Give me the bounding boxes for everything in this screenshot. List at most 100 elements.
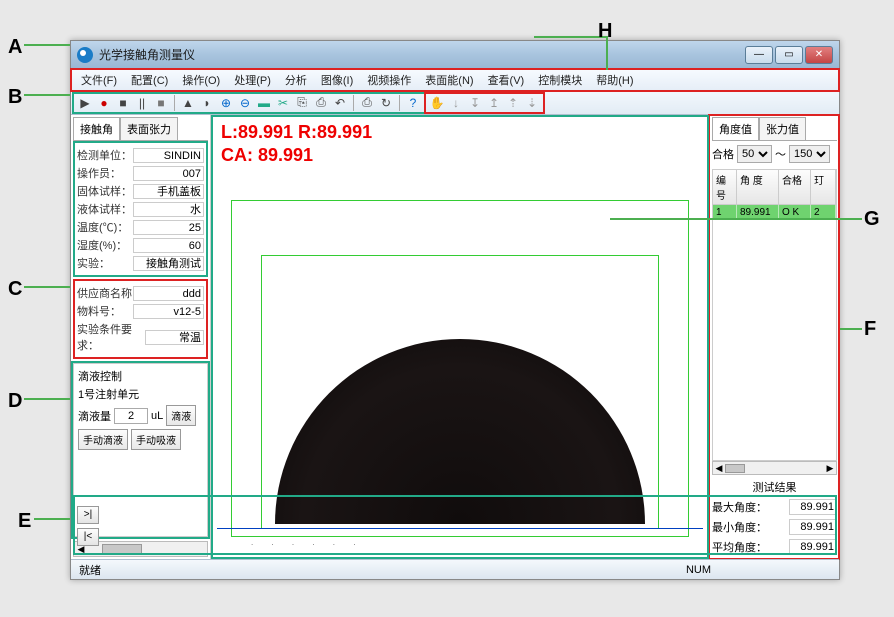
drop-button[interactable]: 滴液	[166, 405, 196, 426]
menu-surface[interactable]: 表面能(N)	[419, 70, 479, 90]
record-icon[interactable]: ●	[96, 95, 112, 111]
prev-frame-button[interactable]: |<	[77, 528, 99, 546]
temp-label: 温度(℃)：	[77, 219, 133, 235]
print-icon[interactable]: ⎙	[359, 95, 375, 111]
cut-icon[interactable]: ✂	[275, 95, 291, 111]
nozzle-down-icon[interactable]: ↓	[448, 95, 464, 111]
leader-line	[24, 44, 70, 46]
drop-shape-icon[interactable]: ▲	[180, 95, 196, 111]
tab-tension-value[interactable]: 张力值	[759, 117, 806, 140]
th-angle[interactable]: 角 度	[737, 170, 779, 204]
dosage-unit-label: uL	[151, 410, 163, 422]
tab-contact-angle[interactable]: 接触角	[73, 117, 120, 140]
titlebar[interactable]: 光学接触角测量仪 — ▭ ✕	[71, 41, 839, 69]
next-frame-button[interactable]: >|	[77, 506, 99, 524]
play-icon[interactable]: ▶	[77, 95, 93, 111]
menu-config[interactable]: 配置(C)	[125, 70, 174, 90]
scroll-right-icon[interactable]: ▶	[824, 463, 836, 474]
annotation-G: G	[864, 208, 880, 231]
menu-control[interactable]: 控制模块	[532, 70, 588, 90]
unit-label: 检测单位：	[77, 147, 133, 163]
annotation-H: H	[598, 20, 612, 43]
measurement-overlay: L:89.991 R:89.991 CA: 89.991	[221, 121, 372, 168]
menu-video[interactable]: 视频操作	[361, 70, 417, 90]
help-icon[interactable]: ?	[405, 95, 421, 111]
annotation-E: E	[18, 510, 31, 533]
nozzle-fast-icon[interactable]: ⇣	[524, 95, 540, 111]
supplier-field[interactable]: ddd	[133, 286, 204, 301]
split-icon[interactable]: ⊖	[237, 95, 253, 111]
annotation-A: A	[8, 36, 22, 59]
tab-angle-value[interactable]: 角度值	[712, 117, 759, 140]
annotation-B: B	[8, 86, 22, 109]
humidity-field[interactable]: 60	[133, 238, 204, 253]
condition-field[interactable]: 常温	[145, 330, 204, 345]
material-field[interactable]: v12-5	[133, 304, 204, 319]
minimize-button[interactable]: —	[745, 46, 773, 64]
camera-view[interactable]: L:89.991 R:89.991 CA: 89.991 . . . . . .	[211, 115, 709, 559]
manual-suck-button[interactable]: 手动吸液	[131, 429, 181, 450]
paste-icon[interactable]: ⎙	[313, 95, 329, 111]
frame-nav: >| |<	[73, 495, 837, 555]
supplier-label: 供应商名称	[77, 285, 133, 301]
solid-field[interactable]: 手机盖板	[133, 184, 204, 199]
menu-process[interactable]: 处理(P)	[228, 70, 277, 90]
results-table[interactable]: 编号 角 度 合格 玎 1 89.991 O K 2	[712, 169, 837, 461]
menu-help[interactable]: 帮助(H)	[590, 70, 639, 90]
condition-label: 实验条件要求：	[77, 321, 145, 353]
exp-label: 实验：	[77, 255, 133, 271]
nozzle-up-icon[interactable]: ⇡	[505, 95, 521, 111]
operator-label: 操作员：	[77, 165, 133, 181]
operator-field[interactable]: 007	[133, 166, 204, 181]
leader-line	[840, 328, 862, 330]
leader-line	[534, 36, 606, 38]
menu-image[interactable]: 图像(I)	[315, 70, 359, 90]
menu-operate[interactable]: 操作(O)	[176, 70, 226, 90]
scroll-thumb[interactable]	[725, 464, 745, 473]
rect-icon[interactable]: ■	[153, 95, 169, 111]
liquid-field[interactable]: 水	[133, 202, 204, 217]
leader-line	[34, 518, 70, 520]
close-button[interactable]: ✕	[805, 46, 833, 64]
status-bar: 就绪 NUM	[71, 559, 839, 579]
status-ready: 就绪	[79, 562, 101, 578]
menu-file[interactable]: 文件(F)	[75, 70, 123, 90]
maximize-button[interactable]: ▭	[775, 46, 803, 64]
th-no[interactable]: 编号	[713, 170, 737, 204]
exp-field[interactable]: 接触角测试	[133, 256, 204, 271]
frame-icon[interactable]: ▬	[256, 95, 272, 111]
results-title: 测试结果	[712, 479, 837, 495]
refresh-icon[interactable]: ↻	[378, 95, 394, 111]
th-pass[interactable]: 合格	[779, 170, 811, 204]
table-hscroll[interactable]: ◀ ▶	[712, 461, 837, 475]
undo-icon[interactable]: ↶	[332, 95, 348, 111]
right-tabs: 角度值 张力值	[712, 117, 837, 141]
sessile-icon[interactable]: ◗	[199, 95, 215, 111]
pass-high-select[interactable]: 150	[789, 145, 830, 163]
leader-line	[24, 286, 70, 288]
pass-low-select[interactable]: 50	[737, 145, 772, 163]
scroll-left-icon[interactable]: ◀	[713, 463, 725, 474]
hand-icon[interactable]: ✋	[429, 95, 445, 111]
tab-surface-tension[interactable]: 表面张力	[120, 117, 178, 140]
app-window: 光学接触角测量仪 — ▭ ✕ 文件(F) 配置(C) 操作(O) 处理(P) 分…	[70, 40, 840, 580]
material-label: 物料号：	[77, 303, 133, 319]
nozzle-raise-icon[interactable]: ↥	[486, 95, 502, 111]
temp-field[interactable]: 25	[133, 220, 204, 235]
crosshair-icon[interactable]: ⊕	[218, 95, 234, 111]
copy-icon[interactable]: ⎘	[294, 95, 310, 111]
overlay-ca: CA: 89.991	[221, 144, 372, 167]
stop-icon[interactable]: ■	[115, 95, 131, 111]
unit-field[interactable]: SINDIN	[133, 148, 204, 163]
window-title: 光学接触角测量仪	[99, 46, 195, 63]
menu-view[interactable]: 查看(V)	[482, 70, 531, 90]
manual-drop-button[interactable]: 手动滴液	[78, 429, 128, 450]
menu-bar: 文件(F) 配置(C) 操作(O) 处理(P) 分析 图像(I) 视频操作 表面…	[71, 69, 839, 91]
supplier-form: 供应商名称ddd 物料号：v12-5 实验条件要求：常温	[73, 279, 208, 359]
leader-line	[610, 218, 862, 220]
nozzle-lower-icon[interactable]: ↧	[467, 95, 483, 111]
menu-analyze[interactable]: 分析	[279, 70, 313, 90]
pause-icon[interactable]: ||	[134, 95, 150, 111]
th-etc[interactable]: 玎	[811, 170, 836, 204]
dosage-amount-input[interactable]	[114, 408, 148, 424]
